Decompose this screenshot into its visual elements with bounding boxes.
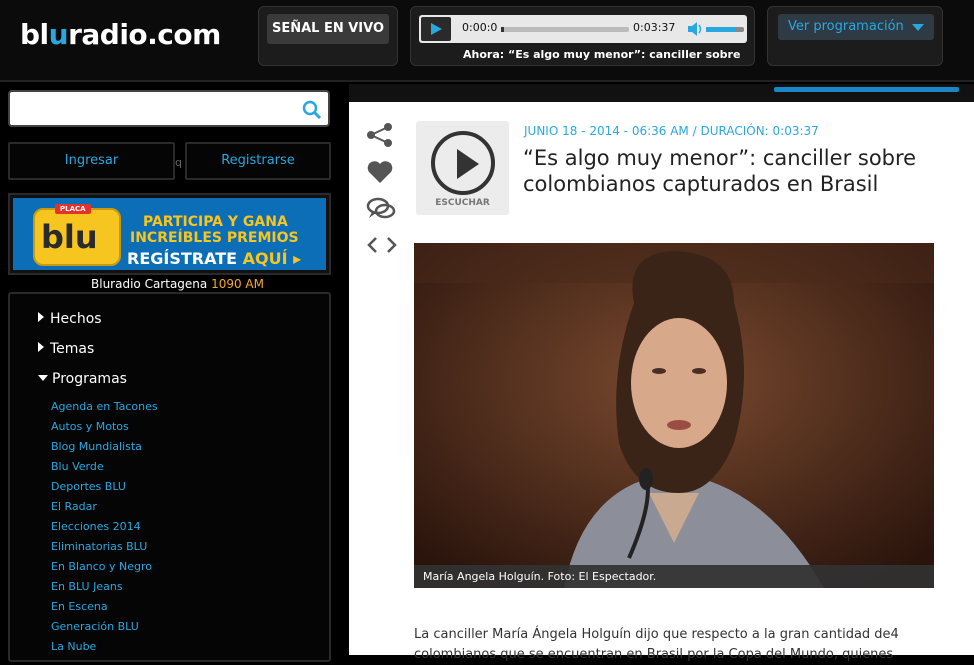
- navigation-panel: Hechos Temas Programas Agenda en Tacones…: [8, 292, 331, 662]
- article: ESCUCHAR JUNIO 18 - 2014 - 06:36 AM / DU…: [349, 102, 974, 662]
- program-link[interactable]: En Blanco y Negro: [51, 557, 158, 577]
- nav-label: Hechos: [50, 311, 102, 327]
- top-strip-accent: [774, 87, 959, 92]
- programming-panel: Ver programación: [767, 6, 943, 66]
- article-photo: María Angela Holguín. Foto: El Espectado…: [414, 243, 934, 588]
- share-icon[interactable]: [366, 122, 394, 148]
- logo-text-accent: u: [48, 18, 69, 51]
- volume-icon[interactable]: [687, 20, 703, 38]
- station-name: Bluradio Cartagena: [91, 277, 212, 291]
- text-fragment: q: [175, 156, 182, 169]
- nav-item-temas[interactable]: Temas: [38, 341, 94, 357]
- register-button[interactable]: Registrarse: [185, 142, 331, 180]
- volume-fill: [706, 27, 737, 32]
- logo-text-pre: bl: [20, 18, 49, 51]
- program-link[interactable]: La Nube: [51, 637, 158, 657]
- nav-item-hechos[interactable]: Hechos: [38, 311, 102, 327]
- programming-dropdown[interactable]: Ver programación: [778, 14, 934, 40]
- current-time: 0:00:0: [462, 21, 498, 34]
- nav-item-programas[interactable]: Programas: [38, 371, 127, 387]
- station-frequency: 1090 AM: [211, 277, 264, 291]
- chevron-right-icon: [38, 342, 44, 352]
- program-link[interactable]: Eliminatorias BLU: [51, 537, 158, 557]
- sidebar: Ingresar q Registrarse PLACA blu PARTICI…: [0, 84, 343, 662]
- search-icon[interactable]: [302, 100, 322, 120]
- live-signal-button[interactable]: SEÑAL EN VIVO: [267, 14, 389, 44]
- content-top-strip: [349, 84, 974, 102]
- comment-icon[interactable]: [366, 196, 396, 222]
- program-link[interactable]: Agenda en Tacones: [51, 397, 158, 417]
- play-icon: [457, 149, 479, 179]
- program-link[interactable]: En Escena: [51, 597, 158, 617]
- promo-banner-frame: PLACA blu PARTICIPA Y GANA INCREÍBLES PR…: [8, 193, 331, 275]
- program-link[interactable]: En BLU Jeans: [51, 577, 158, 597]
- programs-list: Agenda en Tacones Autos y Motos Blog Mun…: [51, 397, 158, 657]
- photo-illustration: [414, 243, 934, 588]
- promo-line-1: PARTICIPA Y GANA: [143, 214, 288, 230]
- program-link[interactable]: Deportes BLU: [51, 477, 158, 497]
- article-meta: JUNIO 18 - 2014 - 06:36 AM / DURACIÓN: 0…: [524, 124, 819, 138]
- live-signal-panel: SEÑAL EN VIVO: [258, 6, 398, 66]
- volume-slider[interactable]: [706, 27, 744, 32]
- site-logo[interactable]: bluradio.com: [20, 18, 221, 51]
- program-link[interactable]: Autos y Motos: [51, 417, 158, 437]
- heart-icon[interactable]: [366, 159, 394, 185]
- audio-player: 0:00:0 0:03:37 Ahora: “Es algo muy menor…: [410, 6, 755, 66]
- program-link[interactable]: Blu Verde: [51, 457, 158, 477]
- progress-fill: [501, 27, 504, 32]
- programming-label: Ver programación: [788, 19, 904, 34]
- play-button[interactable]: [421, 17, 451, 41]
- code-icon[interactable]: [366, 235, 398, 255]
- top-bar: bluradio.com SEÑAL EN VIVO 0:00:0 0:03:3…: [0, 0, 974, 82]
- article-body: La canciller María Ángela Holguín dijo q…: [414, 627, 899, 662]
- login-button[interactable]: Ingresar: [8, 142, 175, 180]
- promo-line-2: INCREÍBLES PREMIOS: [130, 230, 299, 246]
- duration-time: 0:03:37: [633, 21, 676, 34]
- program-link[interactable]: El Radar: [51, 497, 158, 517]
- promo-banner[interactable]: PLACA blu PARTICIPA Y GANA INCREÍBLES PR…: [13, 198, 326, 270]
- program-link[interactable]: Blog Mundialista: [51, 437, 158, 457]
- photo-caption: María Angela Holguín. Foto: El Espectado…: [414, 565, 934, 588]
- placa-blu-logo: PLACA blu: [33, 204, 121, 266]
- article-title: “Es algo muy menor”: canciller sobre col…: [523, 146, 917, 196]
- progress-track[interactable]: [501, 27, 629, 32]
- program-link[interactable]: Generación BLU: [51, 617, 158, 637]
- chevron-down-icon: [38, 375, 48, 381]
- player-controls: 0:00:0 0:03:37: [419, 15, 747, 43]
- now-playing-text: Ahora: “Es algo muy menor”: canciller so…: [463, 48, 741, 61]
- logo-text-post: radio.com: [68, 18, 221, 51]
- chevron-down-icon: [912, 24, 924, 31]
- promo-line-3: REGÍSTRATE AQUÍ ▸: [127, 249, 301, 268]
- promo-line-3b: AQUÍ ▸: [242, 249, 302, 268]
- station-label: Bluradio Cartagena 1090 AM: [91, 277, 264, 291]
- promo-line-3a: REGÍSTRATE: [127, 249, 243, 268]
- search-input[interactable]: [8, 90, 330, 127]
- listen-label: ESCUCHAR: [435, 198, 490, 208]
- play-icon: [431, 23, 442, 35]
- listen-button[interactable]: ESCUCHAR: [416, 121, 509, 215]
- chevron-right-icon: [38, 312, 44, 322]
- nav-label: Temas: [50, 341, 95, 357]
- promo-plaque: PLACA: [55, 204, 91, 214]
- play-circle-icon: [431, 131, 495, 195]
- promo-logo-text: blu: [41, 218, 98, 256]
- program-link[interactable]: Elecciones 2014: [51, 517, 158, 537]
- nav-label: Programas: [52, 371, 127, 387]
